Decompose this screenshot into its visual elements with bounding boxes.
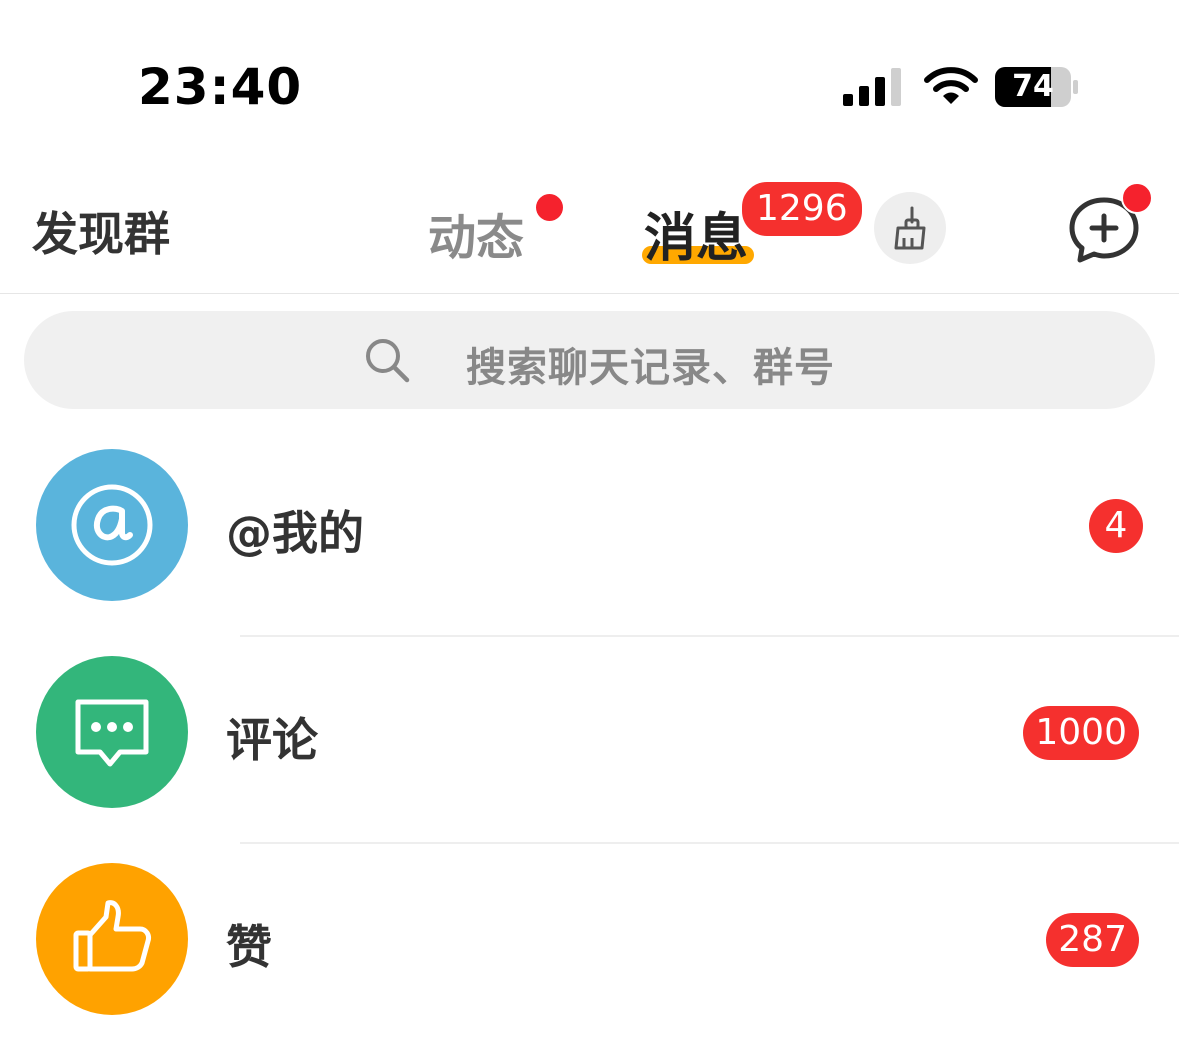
signal-icon [843,68,901,106]
comment-icon [75,699,149,767]
list-item-label: 赞 [226,920,272,974]
list-divider [240,635,1179,637]
avatar [36,863,188,1015]
messages-count-badge: 1296 [740,180,864,238]
tab-feed[interactable]: 动态 [428,198,524,268]
thumbs-up-icon [73,900,151,972]
list-item-label: 评论 [226,713,318,767]
screen: 23:40 74 发现群 动态 消息 1296 搜索聊天记录、群号 @我的 4 … [0,0,1179,1039]
discover-groups-link[interactable]: 发现群 [32,198,170,264]
avatar [36,656,188,808]
tab-messages[interactable]: 消息 [644,196,748,271]
status-time: 23:40 [138,58,303,116]
search-icon [366,339,410,383]
at-icon [71,484,153,566]
broom-icon [894,206,926,250]
list-item-comments[interactable]: 评论 1000 [0,656,1179,863]
header: 发现群 动态 消息 1296 [0,160,1179,293]
search-input[interactable]: 搜索聊天记录、群号 [24,311,1155,409]
unread-badge: 4 [1089,499,1143,553]
new-chat-unread-dot [1121,182,1153,214]
list-item-at-me[interactable]: @我的 4 [0,449,1179,656]
search-placeholder: 搜索聊天记录、群号 [466,345,835,391]
list-divider [240,842,1179,844]
header-divider [0,293,1179,294]
status-icons: 74 [843,66,1083,110]
wifi-icon [924,67,978,104]
battery-level: 74 [1012,69,1054,104]
tab-feed-unread-dot [536,194,563,221]
list-item-label: @我的 [226,506,364,560]
unread-badge: 287 [1046,913,1139,967]
list-item-likes[interactable]: 赞 287 [0,863,1179,1039]
avatar [36,449,188,601]
unread-badge: 1000 [1023,706,1139,760]
clean-unread-button[interactable] [874,192,946,264]
